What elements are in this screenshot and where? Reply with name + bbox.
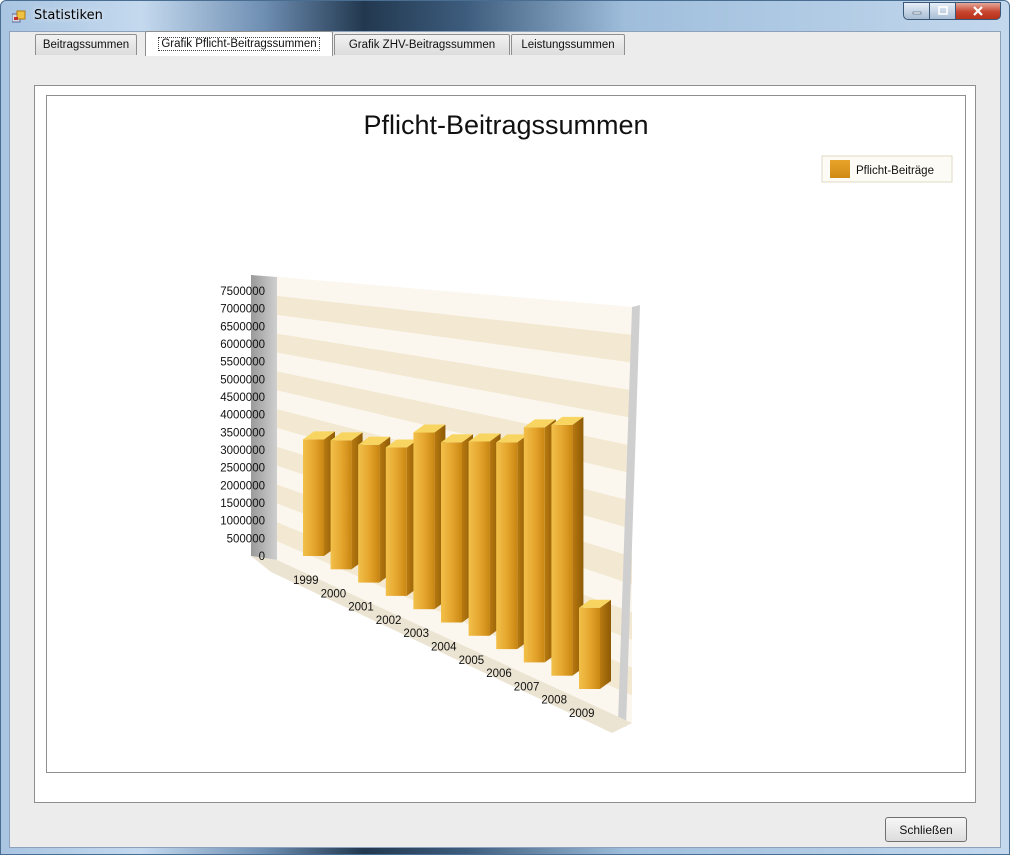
y-tick-label: 3000000 [220,445,265,457]
y-tick-label: 5000000 [220,374,265,386]
x-tick-label: 2005 [459,655,485,667]
close-button[interactable]: Schließen [885,817,967,842]
x-tick-label: 2007 [514,681,540,693]
tab-grafik-pflicht-beitragssummen[interactable]: Grafik Pflicht-Beitragssummen [145,31,333,56]
maximize-button[interactable] [930,2,956,20]
tab-label: Grafik Pflicht-Beitragssummen [158,37,320,51]
y-tick-label: 0 [259,551,265,563]
y-tick-label: 4500000 [220,392,265,404]
minimize-button[interactable] [903,2,930,20]
bar [385,439,418,596]
app-window: Statistiken Beitragssummen Grafik Pflich… [0,0,1010,855]
bar [413,424,446,610]
tab-grafik-zhv-beitragssummen[interactable]: Grafik ZHV-Beitragssummen [334,34,510,55]
title-bar[interactable]: Statistiken [1,1,1009,31]
bar-front [468,441,490,636]
bar [303,431,335,556]
x-tick-label: 2002 [376,615,402,627]
bar [496,434,529,650]
x-tick-label: 2009 [569,708,595,720]
bar-front [523,427,545,663]
bar-front [413,432,435,610]
y-tick-label: 2500000 [220,463,265,475]
tab-leistungssummen[interactable]: Leistungssummen [511,34,625,55]
x-tick-label: 2004 [431,642,457,654]
x-tick-label: 2008 [541,695,567,707]
bar-front [579,607,600,689]
bar-front [385,447,407,596]
bar-front [303,439,324,556]
bar-front [441,442,462,623]
bar [441,434,473,623]
x-tick-label: 2006 [486,668,512,680]
y-tick-label: 500000 [227,533,265,545]
y-tick-label: 7000000 [220,304,265,316]
y-tick-label: 5500000 [220,357,265,369]
x-tick-label: 2001 [348,602,374,614]
chart-title: Pflicht-Beitragssummen [363,110,648,140]
bar [551,416,584,676]
y-tick-label: 6000000 [220,339,265,351]
x-tick-label: 1999 [293,575,319,587]
bar-front [330,440,352,570]
maximize-icon [937,6,948,15]
bar-chart: 0 500000 1000000 1500000 2000000 2500000 30000… [220,110,953,733]
window-title: Statistiken [34,8,103,23]
bar-side [600,599,611,689]
bar [579,599,611,689]
window-close-button[interactable] [956,2,1001,20]
legend: Pflicht-Beiträge [821,155,953,183]
tab-label: Grafik ZHV-Beitragssummen [348,39,496,51]
legend-label: Pflicht-Beiträge [856,165,934,177]
bar-front [358,444,380,583]
x-tick-label: 2000 [321,588,347,600]
bar [330,432,363,570]
bar-front [496,442,518,650]
bar-front [551,424,573,676]
bar [468,433,501,636]
y-tick-label: 4000000 [220,410,265,422]
legend-swatch [830,160,850,178]
app-icon [12,10,26,23]
x-tick-label: 2003 [403,628,429,640]
y-tick-label: 7500000 [220,286,265,298]
tab-label: Beitragssummen [42,39,130,51]
chart-frame: 0 500000 1000000 1500000 2000000 2500000 30000… [46,95,966,773]
y-tick-label: 1000000 [220,516,265,528]
y-tick-label: 3500000 [220,427,265,439]
bar [523,419,556,663]
bar [358,436,391,583]
tab-beitragssummen[interactable]: Beitragssummen [35,34,137,55]
minimize-icon [912,11,921,15]
tab-label: Leistungssummen [521,39,615,51]
y-tick-label: 6500000 [220,321,265,333]
close-icon [973,6,983,16]
caption-buttons [903,2,1001,20]
y-tick-label: 2000000 [220,480,265,492]
y-tick-label: 1500000 [220,498,265,510]
